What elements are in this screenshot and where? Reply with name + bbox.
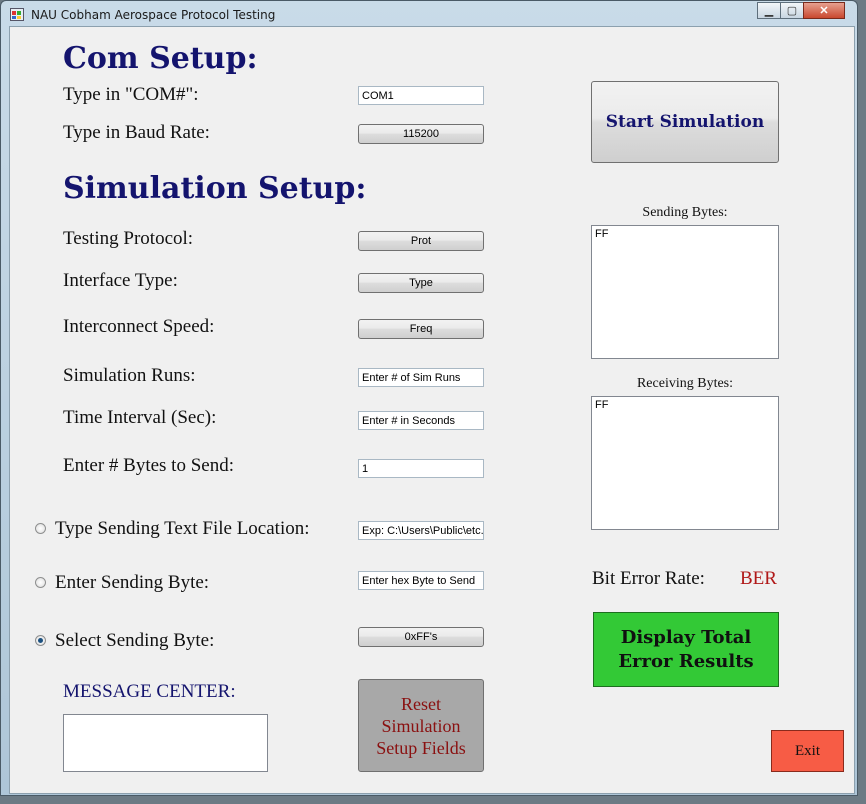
app-icon (10, 8, 24, 21)
com-setup-heading: Com Setup: (63, 41, 258, 76)
com-port-input[interactable]: COM1 (358, 86, 484, 105)
bytes-count-input[interactable]: 1 (358, 459, 484, 478)
file-location-label: Type Sending Text File Location: (55, 518, 310, 539)
speed-button[interactable]: Freq (358, 319, 484, 339)
bit-error-rate-value: BER (740, 568, 777, 589)
message-center-label: MESSAGE CENTER: (63, 681, 236, 702)
bytes-label: Enter # Bytes to Send: (63, 455, 234, 476)
enter-byte-label: Enter Sending Byte: (55, 572, 210, 593)
enter-byte-input[interactable]: Enter hex Byte to Send (358, 571, 484, 590)
title-bar[interactable]: NAU Cobham Aerospace Protocol Testing ▁ … (1, 1, 857, 27)
sending-bytes-list[interactable]: FF (591, 225, 779, 359)
close-button[interactable]: ✕ (803, 2, 845, 19)
maximize-button[interactable]: ▢ (780, 2, 804, 19)
file-location-input[interactable]: Exp: C:\Users\Public\etc. (358, 521, 484, 540)
baud-label: Type in Baud Rate: (63, 122, 210, 143)
select-byte-label: Select Sending Byte: (55, 630, 215, 651)
start-simulation-button[interactable]: Start Simulation (591, 81, 779, 163)
runs-label: Simulation Runs: (63, 365, 196, 386)
bit-error-rate-label: Bit Error Rate: (592, 568, 705, 589)
minimize-button[interactable]: ▁ (757, 2, 781, 19)
select-byte-button[interactable]: 0xFF's (358, 627, 484, 647)
window-title: NAU Cobham Aerospace Protocol Testing (31, 8, 276, 22)
interface-label: Interface Type: (63, 270, 178, 291)
interval-label: Time Interval (Sec): (63, 407, 217, 428)
file-location-radio[interactable] (35, 523, 46, 534)
baud-rate-button[interactable]: 115200 (358, 124, 484, 144)
interface-button[interactable]: Type (358, 273, 484, 293)
sending-bytes-caption: Sending Bytes: (642, 205, 728, 220)
exit-button[interactable]: Exit (771, 730, 844, 772)
receiving-bytes-list[interactable]: FF (591, 396, 779, 530)
receiving-bytes-caption: Receiving Bytes: (636, 376, 734, 391)
simulation-setup-heading: Simulation Setup: (63, 171, 367, 206)
display-error-results-button[interactable]: Display Total Error Results (593, 612, 779, 687)
sim-runs-input[interactable]: Enter # of Sim Runs (358, 368, 484, 387)
com-label: Type in "COM#": (63, 84, 199, 105)
main-form: Com Setup: Type in "COM#": COM1 Type in … (9, 26, 855, 794)
enter-byte-radio[interactable] (35, 577, 46, 588)
reset-fields-button[interactable]: Reset Simulation Setup Fields (358, 679, 484, 772)
message-center-box[interactable] (63, 714, 268, 772)
protocol-button[interactable]: Prot (358, 231, 484, 251)
time-interval-input[interactable]: Enter # in Seconds (358, 411, 484, 430)
select-byte-radio[interactable] (35, 635, 46, 646)
speed-label: Interconnect Speed: (63, 316, 215, 337)
protocol-label: Testing Protocol: (63, 228, 194, 249)
app-window: NAU Cobham Aerospace Protocol Testing ▁ … (0, 0, 858, 796)
